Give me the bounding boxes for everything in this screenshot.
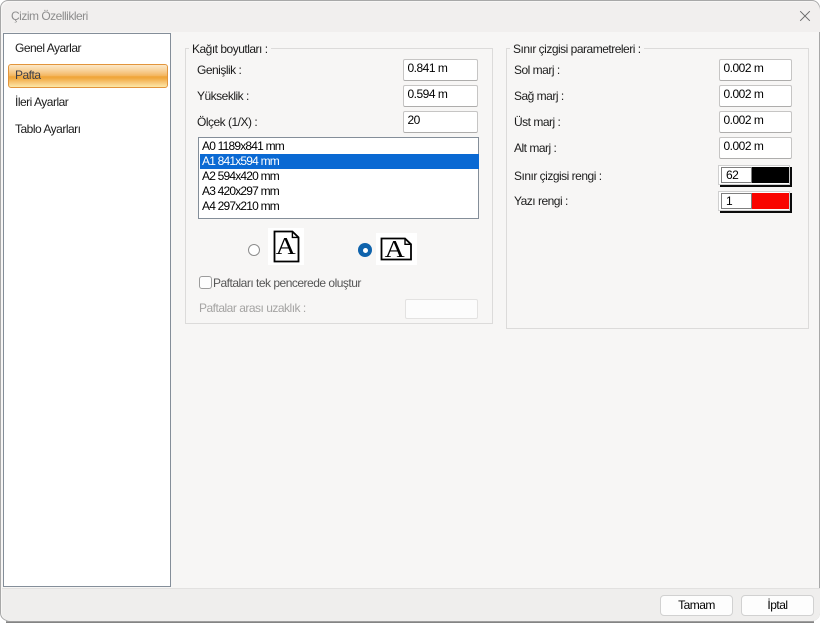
- svg-text:A: A: [385, 236, 405, 263]
- svg-text:A: A: [276, 233, 296, 260]
